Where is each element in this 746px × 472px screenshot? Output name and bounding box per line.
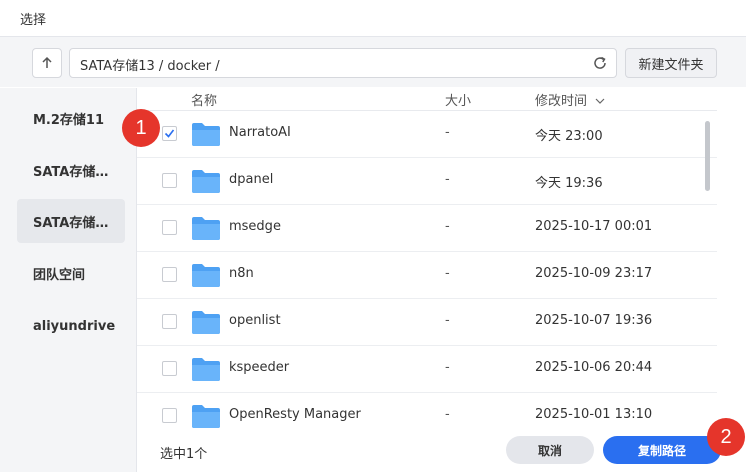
- row-checkbox[interactable]: [162, 173, 177, 188]
- file-modified: 2025-10-07 19:36: [535, 313, 653, 328]
- file-size: -: [445, 313, 450, 328]
- sidebar-item-m2-storage[interactable]: M.2存储11: [17, 96, 125, 140]
- dialog-footer: 选中1个 取消 复制路径: [137, 432, 746, 472]
- file-size: -: [445, 360, 450, 375]
- table-row[interactable]: openlist - 2025-10-07 19:36: [137, 299, 717, 346]
- dialog-title: 选择: [20, 13, 47, 28]
- file-modified: 2025-10-17 00:01: [535, 219, 653, 234]
- file-size: -: [445, 266, 450, 281]
- column-name[interactable]: 名称: [191, 90, 217, 109]
- list-scrollbar[interactable]: [705, 111, 711, 431]
- folder-icon: [192, 405, 220, 428]
- new-folder-button[interactable]: 新建文件夹: [625, 48, 717, 78]
- folder-icon: [192, 358, 220, 381]
- copy-path-button[interactable]: 复制路径: [603, 436, 721, 464]
- table-row[interactable]: kspeeder - 2025-10-06 20:44: [137, 346, 717, 393]
- file-name: NarratoAI: [229, 125, 291, 140]
- select-dialog: 选择 SATA存储13 / docker / 新建文件夹 M.2存储11 SAT…: [0, 0, 746, 472]
- chevron-down-icon: [595, 98, 605, 104]
- cancel-button[interactable]: 取消: [506, 436, 594, 464]
- table-row[interactable]: NarratoAI - 今天 23:00: [137, 111, 717, 158]
- folder-icon: [192, 170, 220, 193]
- sidebar-item-sata-storage-1[interactable]: SATA存储…: [17, 148, 125, 192]
- file-modified: 2025-10-09 23:17: [535, 266, 653, 281]
- check-icon: [164, 129, 175, 138]
- file-size: -: [445, 172, 450, 187]
- row-checkbox[interactable]: [162, 220, 177, 235]
- sidebar: M.2存储11 SATA存储… SATA存储… 团队空间 aliyundrive: [0, 88, 137, 472]
- file-list-header: 名称 大小 修改时间: [137, 88, 717, 111]
- row-checkbox[interactable]: [162, 267, 177, 282]
- path-toolbar: SATA存储13 / docker / 新建文件夹: [0, 37, 746, 87]
- row-checkbox[interactable]: [162, 314, 177, 329]
- file-name: openlist: [229, 313, 281, 328]
- file-list: NarratoAI - 今天 23:00 dpanel - 今天 19:36 m…: [137, 111, 717, 431]
- step-marker-2: 2: [707, 418, 745, 456]
- row-checkbox[interactable]: [162, 361, 177, 376]
- up-directory-button[interactable]: [32, 48, 62, 78]
- title-bar: 选择: [0, 0, 746, 37]
- file-modified: 2025-10-06 20:44: [535, 360, 653, 375]
- column-size[interactable]: 大小: [445, 90, 471, 109]
- file-name: kspeeder: [229, 360, 290, 375]
- scrollbar-thumb[interactable]: [705, 121, 710, 191]
- folder-icon: [192, 264, 220, 287]
- file-name: OpenResty Manager: [229, 407, 361, 422]
- table-row[interactable]: OpenResty Manager - 2025-10-01 13:10: [137, 393, 717, 431]
- row-checkbox[interactable]: [162, 126, 177, 141]
- file-name: n8n: [229, 266, 254, 281]
- table-row[interactable]: n8n - 2025-10-09 23:17: [137, 252, 717, 299]
- path-field[interactable]: SATA存储13 / docker /: [69, 48, 617, 78]
- file-name: msedge: [229, 219, 281, 234]
- file-modified: 2025-10-01 13:10: [535, 407, 653, 422]
- column-modified[interactable]: 修改时间: [535, 90, 605, 109]
- file-modified: 今天 19:36: [535, 176, 603, 191]
- file-size: -: [445, 407, 450, 422]
- file-modified: 今天 23:00: [535, 129, 603, 144]
- path-text: SATA存储13 / docker /: [80, 59, 220, 74]
- table-row[interactable]: dpanel - 今天 19:36: [137, 158, 717, 205]
- file-name: dpanel: [229, 172, 274, 187]
- refresh-icon[interactable]: [592, 55, 608, 71]
- folder-icon: [192, 123, 220, 146]
- sidebar-item-team-space[interactable]: 团队空间: [17, 251, 125, 295]
- sidebar-item-aliyundrive[interactable]: aliyundrive: [17, 304, 125, 348]
- folder-icon: [192, 311, 220, 334]
- step-marker-1: 1: [122, 109, 160, 147]
- column-modified-label: 修改时间: [535, 94, 588, 109]
- selected-count: 选中1个: [160, 447, 208, 462]
- file-size: -: [445, 219, 450, 234]
- folder-icon: [192, 217, 220, 240]
- sidebar-item-sata-storage-2[interactable]: SATA存储…: [17, 199, 125, 243]
- row-checkbox[interactable]: [162, 408, 177, 423]
- arrow-up-icon: [42, 56, 52, 68]
- table-row[interactable]: msedge - 2025-10-17 00:01: [137, 205, 717, 252]
- file-size: -: [445, 125, 450, 140]
